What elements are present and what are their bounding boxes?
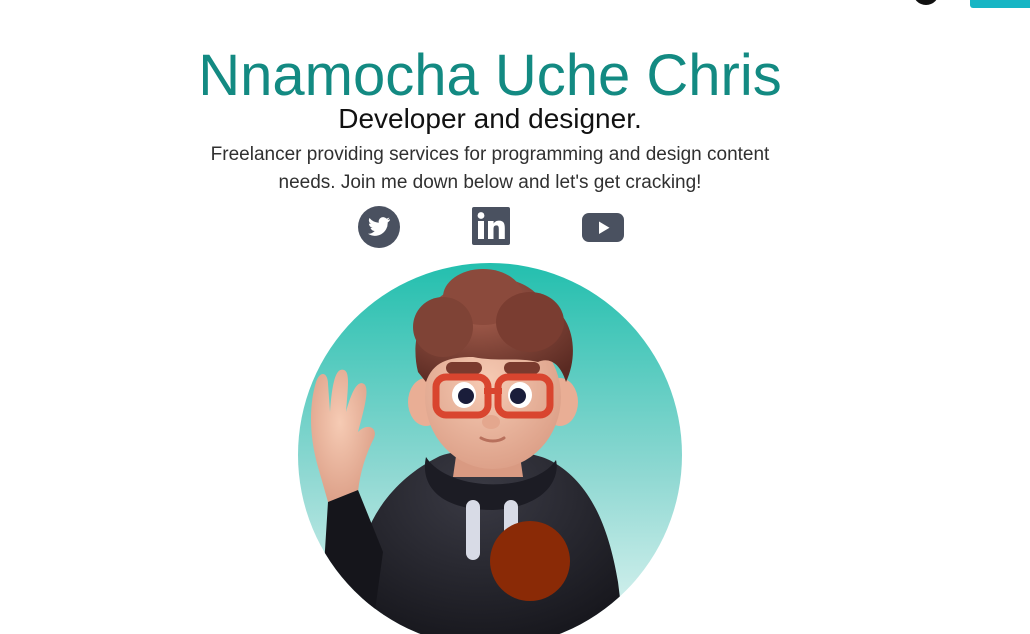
avatar	[298, 262, 684, 634]
twitter-link[interactable]	[357, 205, 401, 254]
page-title: Nnamocha Uche Chris	[198, 43, 782, 108]
tagline: Developer and designer.	[338, 103, 642, 134]
youtube-icon	[582, 213, 624, 242]
intro-text: Freelancer providing services for progra…	[210, 144, 770, 193]
hero-section: Nnamocha Uche Chris Developer and design…	[0, 0, 980, 197]
twitter-icon	[358, 206, 400, 248]
linkedin-icon	[472, 207, 510, 245]
linkedin-link[interactable]	[471, 205, 511, 250]
cursor-circle	[490, 521, 570, 601]
social-links	[0, 205, 980, 249]
page: Nnamocha Uche Chris Developer and design…	[0, 0, 1030, 634]
youtube-link[interactable]	[581, 205, 625, 254]
avatar-illustration	[298, 263, 682, 634]
